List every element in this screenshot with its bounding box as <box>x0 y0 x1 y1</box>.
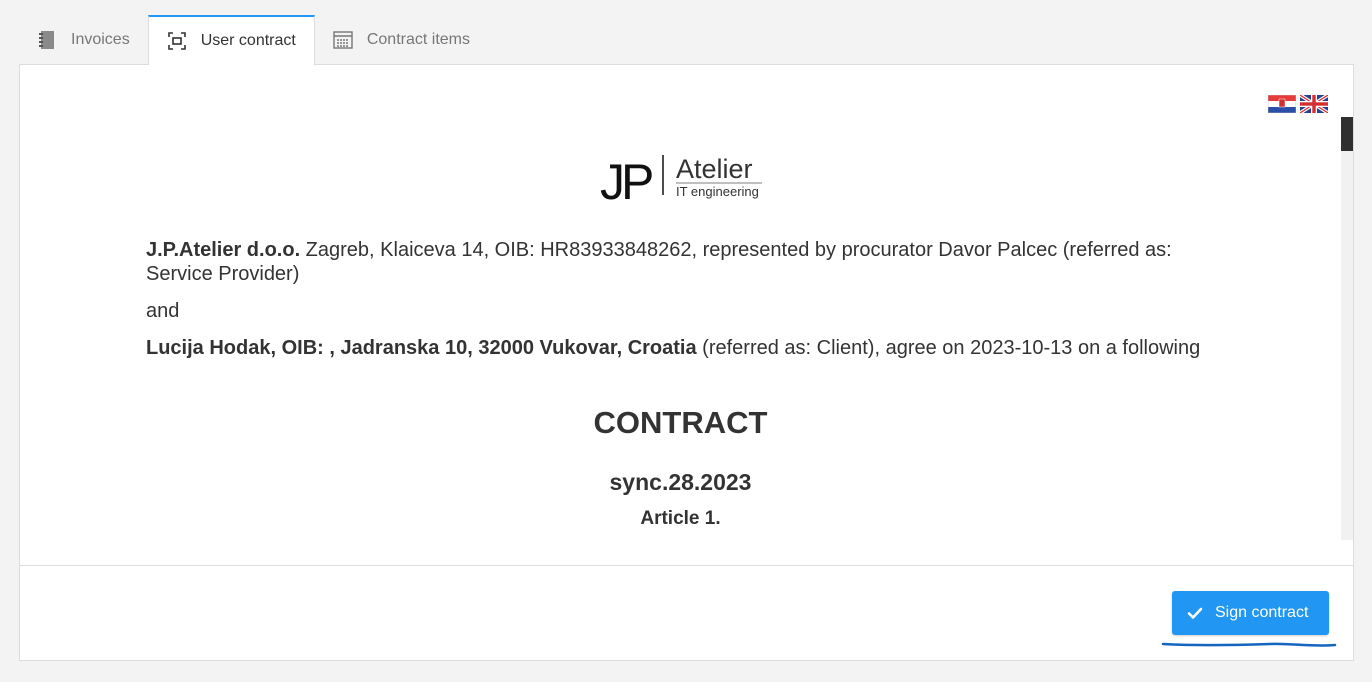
tab-invoices[interactable]: Invoices <box>19 15 148 65</box>
tab-bar: Invoices User contract Contract items <box>19 15 488 65</box>
and-text: and <box>146 300 180 322</box>
logo-letters: JP <box>600 154 652 203</box>
provider-details: Zagreb, Klaiceva 14, OIB: HR83933848262,… <box>146 239 1172 285</box>
notebook-icon <box>37 30 57 50</box>
frame-select-icon <box>167 31 187 51</box>
tab-label: Contract items <box>366 31 470 48</box>
article-heading: Article 1. <box>640 508 721 529</box>
tab-contract-items[interactable]: Contract items <box>315 15 488 65</box>
logo-tagline: IT engineering <box>676 184 759 199</box>
language-switcher <box>1268 95 1328 113</box>
contract-panel: JP Atelier IT engineering J.P.Atelier d.… <box>19 64 1354 661</box>
sign-contract-label: Sign contract <box>1215 604 1309 621</box>
contract-title: CONTRACT <box>593 405 768 440</box>
checkmark-icon <box>1187 605 1203 621</box>
client-paragraph: Lucija Hodak, OIB: , Jadranska 10, 32000… <box>146 336 1236 360</box>
client-name: Lucija Hodak, OIB: , Jadranska 10, 32000… <box>146 337 697 359</box>
footer-divider <box>20 565 1353 566</box>
client-details: (referred as: Client), agree on 2023-10-… <box>696 337 1201 359</box>
tab-label: User contract <box>200 32 296 49</box>
document-scrollbar[interactable] <box>1341 117 1353 540</box>
grid-list-icon <box>333 30 353 50</box>
croatia-flag-icon[interactable] <box>1268 95 1296 113</box>
logo-name: Atelier <box>676 154 753 184</box>
uk-flag-icon[interactable] <box>1300 95 1328 113</box>
provider-paragraph: J.P.Atelier d.o.o. Zagreb, Klaiceva 14, … <box>146 238 1236 286</box>
contract-number: sync.28.2023 <box>609 469 752 495</box>
tab-user-contract[interactable]: User contract <box>147 15 315 65</box>
company-logo: JP Atelier IT engineering <box>600 154 762 203</box>
sign-contract-button[interactable]: Sign contract <box>1172 591 1329 635</box>
scrollbar-thumb[interactable] <box>1341 117 1353 151</box>
tab-label: Invoices <box>71 31 130 48</box>
contract-document: JP Atelier IT engineering J.P.Atelier d.… <box>20 65 1341 565</box>
highlight-underline <box>1161 642 1337 647</box>
provider-name: J.P.Atelier d.o.o. <box>146 239 301 261</box>
